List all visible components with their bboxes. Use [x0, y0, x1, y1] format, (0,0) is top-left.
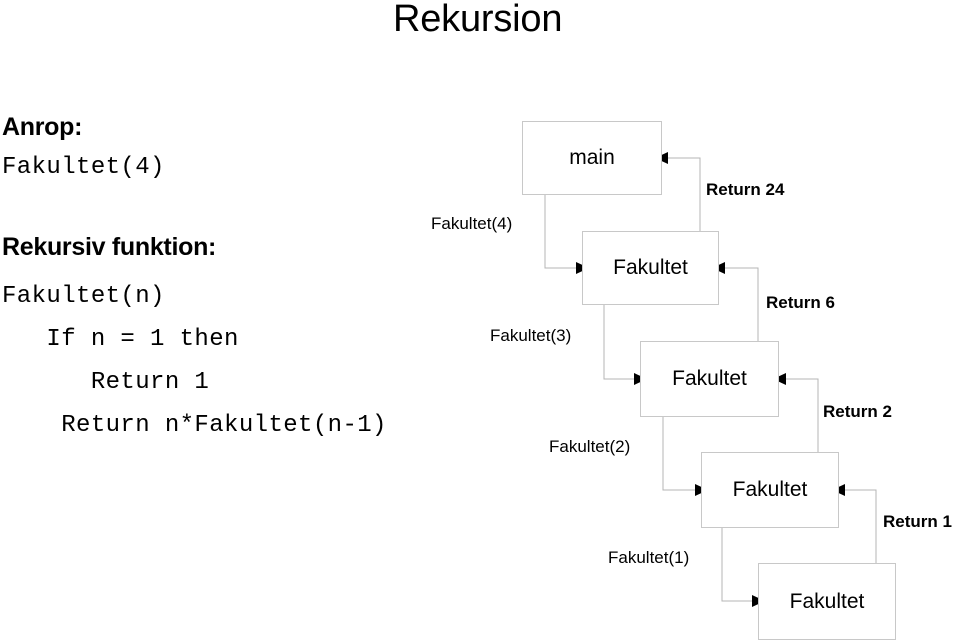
- return-label-24: Return 24: [706, 180, 785, 199]
- return-label-2: Return 2: [823, 402, 892, 421]
- call-label-fakultet-3: Fakultet(3): [490, 326, 572, 345]
- return-line-6: [725, 267, 759, 341]
- return-line-1: [845, 489, 877, 563]
- stack-frame-fakultet-2[interactable]: Fakultet: [701, 452, 839, 528]
- call-line-2: [662, 417, 695, 491]
- return-line-2: [786, 378, 819, 452]
- call-label-fakultet-4: Fakultet(4): [431, 214, 513, 233]
- function-code-line-return-base: Return 1: [2, 369, 210, 396]
- stack-frame-label: Fakultet: [789, 589, 865, 613]
- stack-frame-label: main: [569, 146, 615, 169]
- call-line-1: [721, 528, 752, 602]
- call-heading: Anrop:: [2, 113, 83, 141]
- stack-frame-fakultet-3[interactable]: Fakultet: [640, 341, 779, 417]
- stack-frame-main[interactable]: main: [522, 121, 662, 195]
- function-code-line-if: If n = 1 then: [2, 326, 239, 353]
- function-heading: Rekursiv funktion:: [2, 233, 217, 261]
- return-label-1: Return 1: [883, 512, 952, 531]
- call-line-4: [544, 195, 576, 269]
- call-line-3: [603, 305, 634, 380]
- call-label-fakultet-1: Fakultet(1): [608, 548, 690, 567]
- page-title: Rekursion: [393, 0, 563, 40]
- stack-frame-label: Fakultet: [613, 256, 688, 279]
- recursion-connectors: [544, 152, 877, 607]
- slide-canvas: Rekursion Anrop: Fakultet(4) Rekursiv fu…: [0, 0, 960, 640]
- stack-frame-label: Fakultet: [672, 367, 747, 390]
- stack-frame-label: Fakultet: [732, 478, 808, 501]
- call-label-fakultet-2: Fakultet(2): [549, 437, 631, 456]
- function-code-line-return-recursive: Return n*Fakultet(n-1): [2, 412, 387, 439]
- stack-frame-fakultet-1[interactable]: Fakultet: [758, 563, 896, 640]
- function-code-line-signature: Fakultet(n): [2, 283, 165, 310]
- stack-frame-fakultet-4[interactable]: Fakultet: [582, 231, 719, 305]
- return-label-6: Return 6: [766, 293, 835, 312]
- call-code-line: Fakultet(4): [2, 154, 165, 181]
- return-line-24: [668, 157, 701, 231]
